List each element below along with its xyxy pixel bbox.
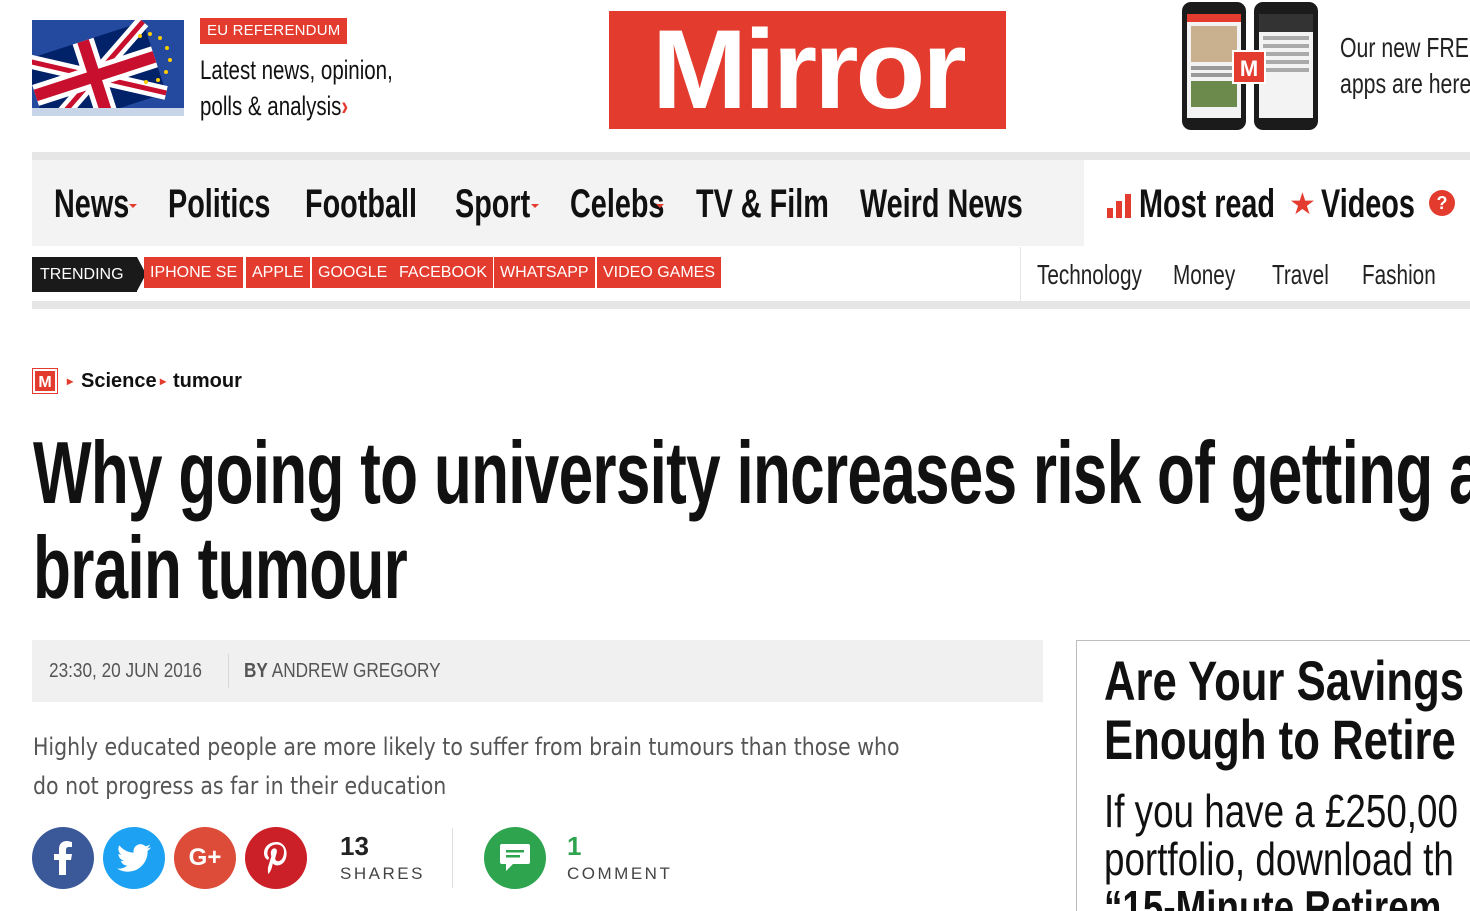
share-bar: G+ 13 SHARES 1 COMMENT	[32, 826, 732, 890]
caret-down-icon	[656, 204, 664, 208]
apps-promo-text: Our new FREE apps are here	[1340, 30, 1470, 102]
question-icon[interactable]: ?	[1429, 190, 1455, 216]
apps-promo[interactable]: M Our new FREE apps are here	[1182, 0, 1470, 135]
nav-secondary: Most read ★ Videos ?	[1085, 160, 1470, 246]
advertisement[interactable]: Are Your Savings Enough to Retire If you…	[1076, 640, 1470, 911]
meta-divider	[228, 654, 229, 688]
breadcrumb-separator-icon: ▸	[67, 374, 74, 388]
nav-item-celebs[interactable]: Celebs	[570, 182, 701, 226]
subnav-item-technology[interactable]: Technology	[1037, 259, 1179, 291]
nav-item-news[interactable]: News	[54, 182, 159, 226]
subnav-divider	[1020, 247, 1021, 301]
trending-tag-google[interactable]: GOOGLE	[312, 257, 394, 288]
trending-label: TRENDING	[32, 257, 146, 292]
nav-bottom-rule	[32, 301, 1470, 309]
bar-chart-icon	[1107, 194, 1133, 218]
referendum-line-1: Latest news, opinion,	[200, 55, 393, 85]
home-icon[interactable]: M	[32, 368, 58, 394]
comment-count-label[interactable]: COMMENT	[567, 864, 672, 884]
trending-tag-iphone-se[interactable]: IPHONE SE	[144, 257, 244, 288]
ad-title-line-1: Are Your Savings	[1104, 649, 1465, 712]
mirror-app-icon: M	[1232, 50, 1266, 84]
nav-item-football[interactable]: Football	[305, 182, 461, 226]
ad-body-line-2: portfolio, download th	[1104, 833, 1454, 885]
nav-item-weird-news[interactable]: Weird News	[860, 182, 1086, 226]
trending-tag-video-games[interactable]: VIDEO GAMES	[597, 257, 722, 288]
standfirst-line-1: Highly educated people are more likely t…	[33, 733, 900, 761]
subnav-item-money[interactable]: Money	[1173, 259, 1257, 291]
share-count: 13	[340, 831, 369, 861]
caret-down-icon	[531, 204, 539, 208]
byline-prefix: BY	[244, 660, 268, 682]
subnav-item-travel[interactable]: Travel	[1272, 259, 1349, 291]
article-headline: Why going to university increases risk o…	[33, 423, 1470, 617]
trending-tag-apple[interactable]: APPLE	[246, 257, 310, 288]
author-name[interactable]: ANDREW GREGORY	[272, 660, 441, 682]
trending-tag-whatsapp[interactable]: WHATSAPP	[494, 257, 595, 288]
byline[interactable]: BY ANDREW GREGORY	[244, 658, 473, 684]
google-plus-icon[interactable]: G+	[174, 827, 236, 889]
eu-referendum-promo[interactable]: EU REFERENDUM Latest news, opinion, poll…	[32, 18, 452, 128]
referendum-line-2: polls & analysis	[200, 91, 342, 121]
nav-top-rule	[32, 152, 1470, 160]
chevron-right-icon: ›	[341, 91, 349, 121]
headline-line-1: Why going to university increases risk o…	[33, 423, 1470, 522]
facebook-icon[interactable]	[32, 827, 94, 889]
ad-title: Are Your Savings Enough to Retire	[1104, 651, 1470, 769]
ad-body-line-3: “15-Minute Retirem	[1104, 881, 1442, 911]
apps-line-2: apps are here	[1340, 68, 1470, 99]
trending-tag-facebook[interactable]: FACEBOOK	[393, 257, 494, 288]
headline-line-2: brain tumour	[33, 518, 408, 617]
referendum-promo-text: Latest news, opinion, polls & analysis›	[200, 52, 454, 124]
union-eu-flag-image	[32, 20, 184, 116]
breadcrumb-separator-icon: ▸	[160, 374, 167, 388]
subnav-item-fashion[interactable]: Fashion	[1362, 259, 1462, 291]
breadcrumb-science[interactable]: Science	[81, 368, 157, 394]
share-divider	[452, 828, 453, 888]
ad-title-line-2: Enough to Retire	[1104, 708, 1456, 771]
breadcrumb-tumour[interactable]: tumour	[173, 368, 242, 394]
comment-icon[interactable]	[484, 827, 546, 889]
publish-date: 23:30, 20 JUN 2016	[49, 660, 202, 682]
share-count-label: SHARES	[340, 864, 425, 883]
standfirst-line-2: do not progress as far in their educatio…	[33, 772, 447, 800]
pinterest-icon[interactable]	[245, 827, 307, 889]
caret-down-icon	[129, 204, 137, 208]
ad-body-line-1: If you have a £250,00	[1104, 785, 1458, 837]
apps-line-1: Our new FREE	[1340, 32, 1470, 63]
main-nav: News Politics Football Sport Celebs TV &…	[32, 160, 1084, 246]
trending-bar: TRENDING IPHONE SE APPLE GOOGLE FACEBOOK…	[32, 247, 1470, 301]
nav-item-tv-film[interactable]: TV & Film	[696, 182, 880, 226]
nav-item-politics[interactable]: Politics	[168, 182, 310, 226]
article-meta: 23:30, 20 JUN 2016 BY ANDREW GREGORY	[32, 640, 1043, 702]
eu-referendum-badge: EU REFERENDUM	[200, 18, 348, 44]
logo-text: Mirror	[651, 11, 967, 129]
star-icon: ★	[1289, 188, 1316, 221]
twitter-icon[interactable]	[103, 827, 165, 889]
ad-body: If you have a £250,00 portfolio, downloa…	[1104, 787, 1470, 911]
mirror-logo[interactable]: Mirror	[609, 11, 1006, 129]
site-header: EU REFERENDUM Latest news, opinion, poll…	[0, 0, 1470, 150]
nav-item-sport[interactable]: Sport	[455, 182, 559, 226]
article-standfirst: Highly educated people are more likely t…	[33, 728, 1043, 806]
comment-count[interactable]: 1	[567, 832, 581, 860]
